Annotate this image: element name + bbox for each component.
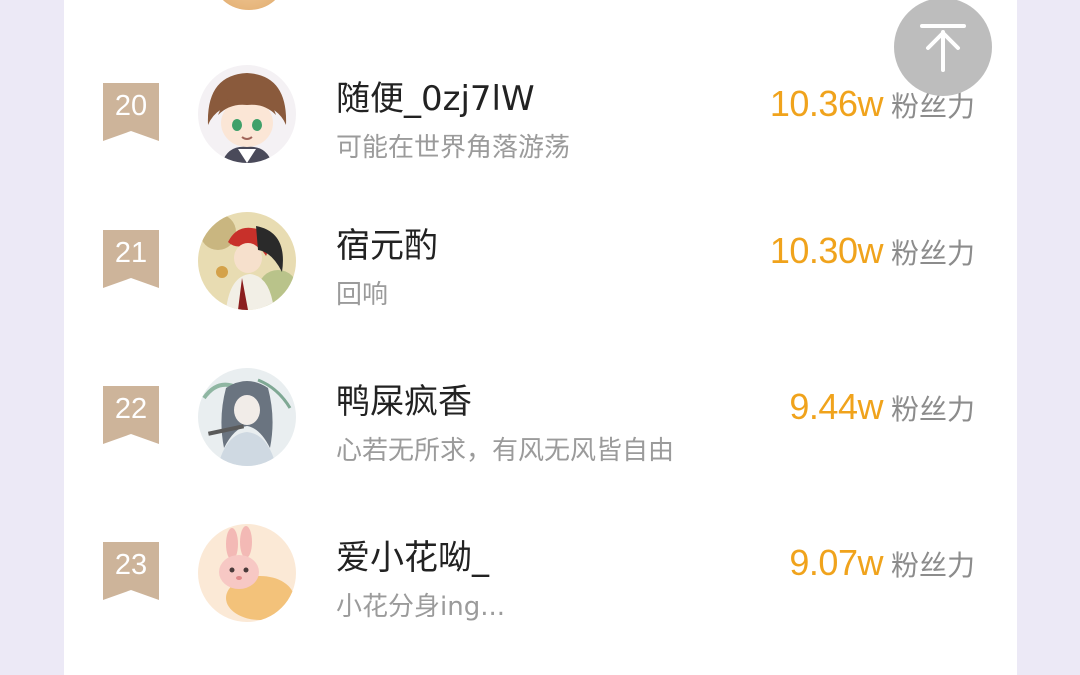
list-item[interactable]: 21 宿元酌 回响 10.30w 粉丝力 [64,212,1017,380]
rank-number: 22 [114,393,148,425]
avatar[interactable] [198,65,296,163]
rank-number: 21 [114,237,148,269]
list-item[interactable]: 20 随便_0zj7lW 可能在世界角落游荡 10.36w 粉丝力 [64,65,1017,233]
avatar[interactable] [214,0,284,10]
rank-number: 23 [114,549,148,581]
arrow-up-icon [920,24,966,72]
back-to-top-button[interactable] [894,0,992,96]
avatar[interactable] [198,524,296,622]
user-name[interactable]: 随便_0zj7lW [336,71,535,120]
fans-count: 9.07w 粉丝力 [789,542,975,584]
user-name[interactable]: 爱小花呦_ [336,530,489,579]
rank-badge: 23 [103,542,159,600]
fans-value: 10.36w [769,83,884,124]
user-signature: 回响 [336,280,389,310]
fans-label: 粉丝力 [890,393,975,426]
fans-value: 10.30w [769,230,884,271]
fans-label: 粉丝力 [890,237,975,270]
avatar[interactable] [198,212,296,310]
fans-value: 9.44w [789,386,883,427]
fans-count: 9.44w 粉丝力 [789,386,975,428]
fans-value: 9.07w [789,542,883,583]
user-signature: 可能在世界角落游荡 [336,133,571,163]
user-signature: 小花分身ing... [336,592,506,622]
user-signature: 心若无所求，有风无风皆自由 [336,436,675,466]
rank-badge: 22 [103,386,159,444]
rank-badge: 20 [103,83,159,141]
rank-badge: 21 [103,230,159,288]
fans-ranking-list: 20 随便_0zj7lW 可能在世界角落游荡 10.36w 粉丝力 21 宿元酌… [64,0,1017,675]
list-item-partial[interactable] [64,0,1017,10]
avatar[interactable] [198,368,296,466]
list-item[interactable]: 22 鸭屎疯香 心若无所求，有风无风皆自由 9.44w 粉丝力 [64,368,1017,536]
rank-number: 20 [114,90,148,122]
user-name[interactable]: 宿元酌 [336,218,438,267]
fans-label: 粉丝力 [890,549,975,582]
user-name[interactable]: 鸭屎疯香 [336,374,472,423]
list-item[interactable]: 23 爱小花呦_ 小花分身ing... 9.07w 粉丝力 [64,524,1017,675]
fans-count: 10.30w 粉丝力 [770,230,975,272]
